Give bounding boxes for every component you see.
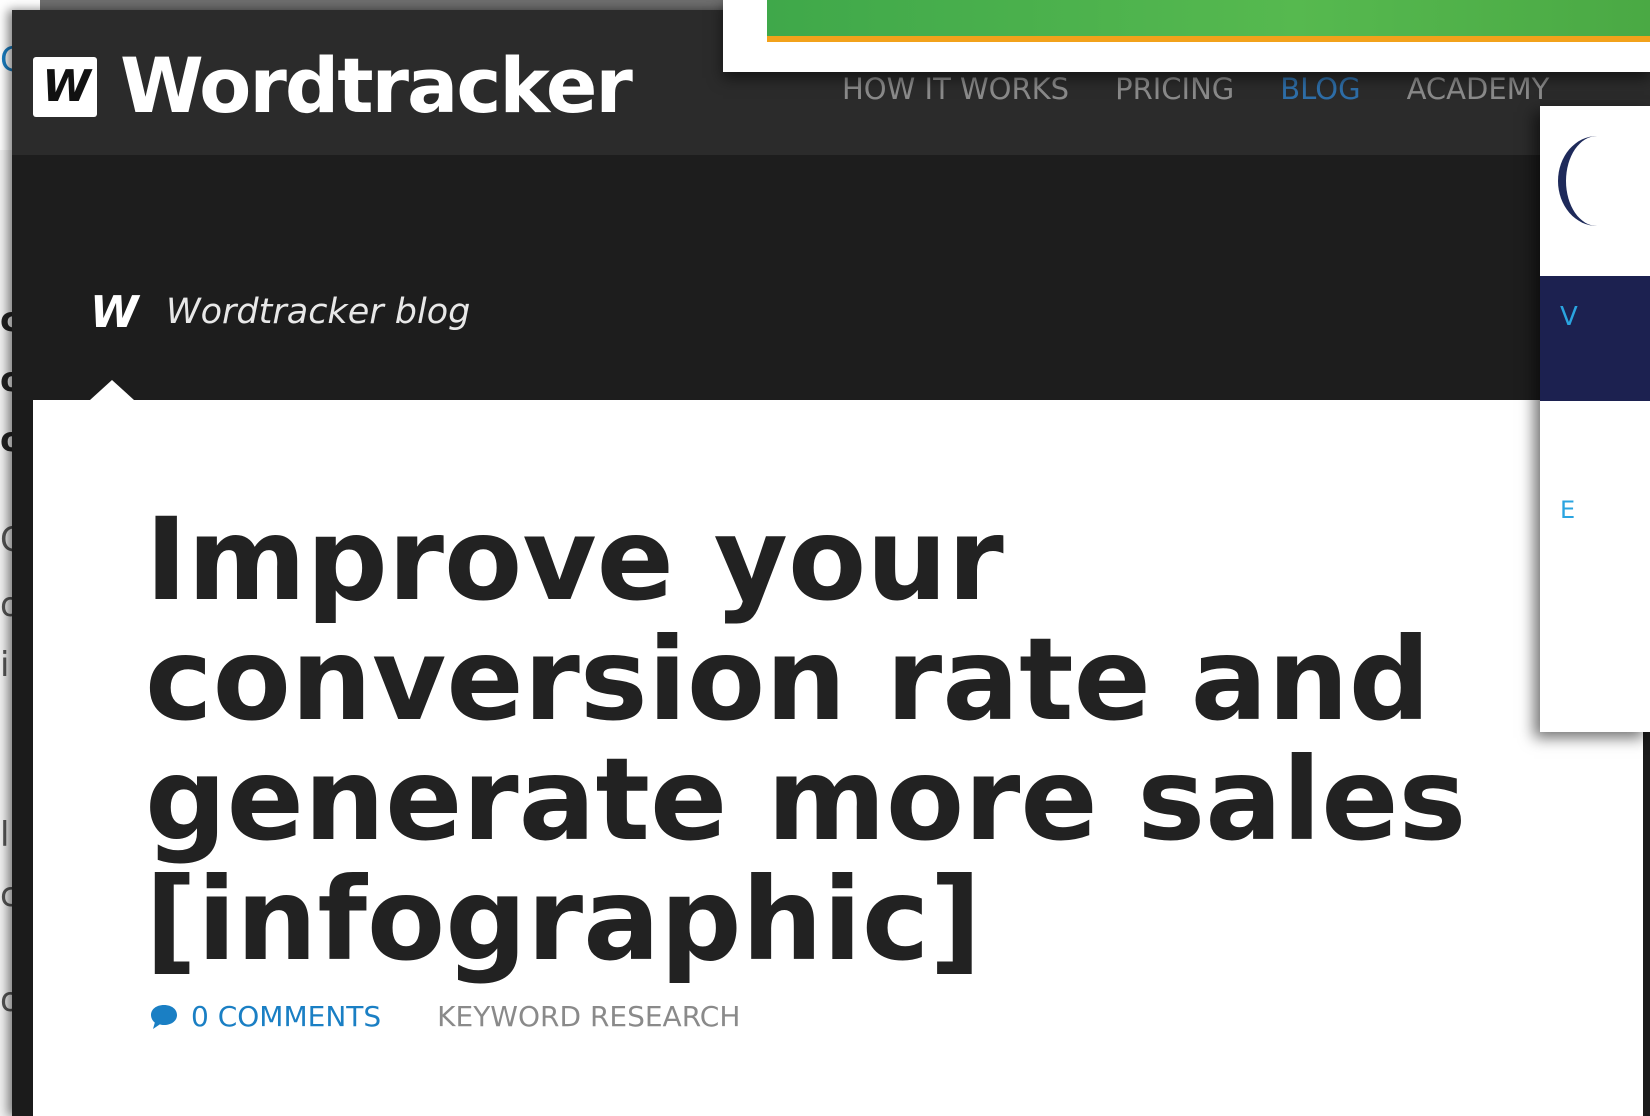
comments-link[interactable]: 0 COMMENTS — [149, 1000, 381, 1033]
wordtracker-logo-icon[interactable]: W — [33, 57, 97, 117]
overlay-banner-window — [723, 0, 1650, 72]
circle-logo-icon — [1558, 136, 1636, 226]
wordtracker-page: W Wordtracker HOW IT WORKS PRICING BLOG … — [12, 10, 1650, 1116]
nav-academy[interactable]: ACADEMY — [1407, 72, 1550, 106]
category-link[interactable]: KEYWORD RESEARCH — [437, 1000, 740, 1033]
navy-banner-letter: V — [1560, 302, 1578, 332]
background-text-fragment: i — [0, 645, 10, 685]
article-card: Improve your conversion rate and generat… — [33, 400, 1643, 1116]
logo-letter: W — [42, 61, 91, 112]
blog-pointer-notch — [90, 380, 134, 400]
overlay-side-window: V E — [1540, 106, 1650, 732]
comments-count: 0 COMMENTS — [191, 1000, 382, 1033]
comment-bubble-icon — [151, 1004, 177, 1029]
navy-banner: V — [1540, 276, 1650, 401]
background-text-fragment: l — [0, 815, 10, 855]
article-title: Improve your conversion rate and generat… — [145, 493, 1467, 986]
nav-pricing[interactable]: PRICING — [1115, 72, 1234, 106]
blue-text-fragment: E — [1560, 496, 1576, 524]
main-nav: HOW IT WORKS PRICING BLOG ACADEMY — [842, 72, 1549, 106]
blog-logo-icon[interactable]: W — [90, 287, 139, 338]
orange-banner-stripe — [767, 36, 1650, 42]
blog-header-band: W Wordtracker blog — [12, 155, 1650, 400]
nav-how-it-works[interactable]: HOW IT WORKS — [842, 72, 1069, 106]
nav-blog[interactable]: BLOG — [1280, 72, 1360, 106]
brand-name[interactable]: Wordtracker — [120, 40, 633, 131]
green-banner — [767, 0, 1650, 36]
article-meta: 0 COMMENTS KEYWORD RESEARCH — [149, 1000, 740, 1033]
blog-title-link[interactable]: Wordtracker blog — [166, 292, 470, 332]
